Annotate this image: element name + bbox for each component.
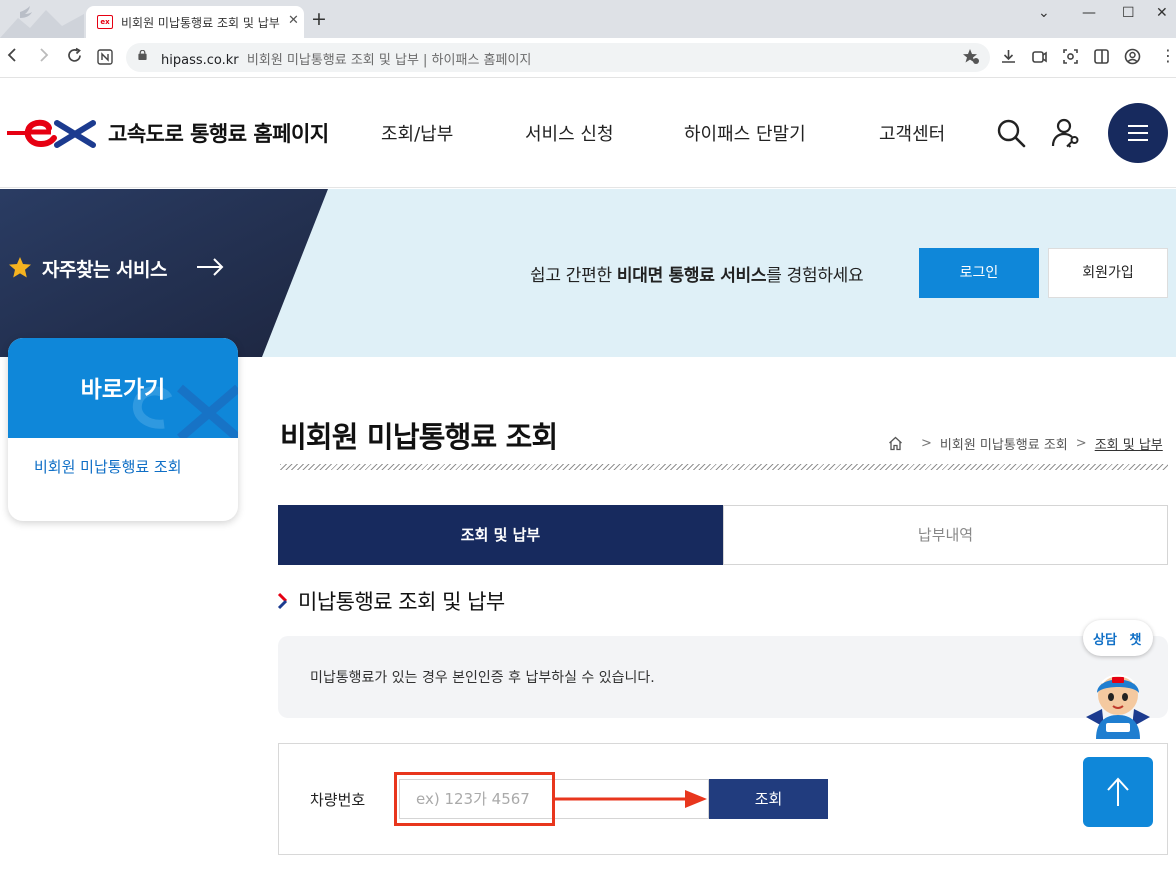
banner-message: 쉽고 간편한 비대면 통행료 서비스를 경험하세요 (530, 261, 864, 286)
download-icon[interactable] (1000, 48, 1017, 65)
ex-favicon-icon: ex (97, 15, 113, 29)
browser-address-bar: hipass.co.kr 비회원 미납통행료 조회 및 납부 | 하이패스 홈페… (0, 38, 1176, 78)
breadcrumb-separator-icon: > (921, 436, 932, 451)
notice-box: 미납통행료가 있는 경우 본인인증 후 납부하실 수 있습니다. (278, 636, 1168, 718)
login-button[interactable]: 로그인 (919, 248, 1039, 298)
tab-search-dropdown-icon[interactable]: ⌄ (1038, 5, 1050, 21)
login-user-icon[interactable] (1050, 117, 1082, 149)
site-logo-text[interactable]: 고속도로 통행료 홈페이지 (108, 118, 329, 148)
browser-tab-title: 비회원 미납통행료 조회 및 납부 (121, 16, 280, 30)
profile-icon[interactable] (1124, 48, 1141, 65)
site-header: 고속도로 통행료 홈페이지 조회/납부 서비스 신청 하이패스 단말기 고객센터 (0, 78, 1176, 188)
ex-logo-icon[interactable] (7, 116, 99, 150)
breadcrumb-item[interactable]: 비회원 미납통행료 조회 (940, 434, 1068, 453)
notice-text: 미납통행료가 있는 경우 본인인증 후 납부하실 수 있습니다. (310, 670, 655, 686)
menu-line (1128, 125, 1148, 127)
arrow-up-icon (1107, 777, 1129, 806)
section-title: 미납통행료 조회 및 납부 (298, 590, 505, 614)
screenshot-extension-icon[interactable] (1062, 48, 1079, 65)
signup-button[interactable]: 회원가입 (1048, 248, 1168, 298)
browser-tab[interactable]: ex 비회원 미납통행료 조회 및 납부 ✕ (86, 6, 304, 38)
forward-icon[interactable] (38, 47, 50, 67)
nav-item-customer-center[interactable]: 고객센터 (879, 120, 945, 146)
browser-tab-bar: ex 비회원 미납통행료 조회 및 납부 ✕ + ⌄ — ☐ ✕ (0, 0, 1176, 38)
search-icon[interactable] (996, 118, 1026, 148)
reload-icon[interactable] (66, 47, 83, 68)
tab-payment-history[interactable]: 납부내역 (723, 505, 1168, 565)
new-tab-button[interactable]: + (311, 9, 327, 29)
chevron-right-icon (277, 592, 288, 610)
vehicle-search-form: 차량번호 조회 (278, 743, 1168, 855)
quick-links-header: 바로가기 (8, 338, 238, 438)
star-icon (9, 257, 31, 278)
breadcrumb-current[interactable]: 조회 및 납부 (1095, 434, 1163, 453)
minimize-button[interactable]: — (1082, 5, 1096, 21)
url-host: hipass.co.kr (161, 53, 239, 68)
close-window-button[interactable]: ✕ (1156, 5, 1168, 21)
tab-strip-decoration-icon (0, 6, 84, 38)
browser-menu-icon[interactable]: ⋮ (1160, 46, 1176, 65)
chatbot-label: 상담 챗 (1093, 633, 1142, 648)
breadcrumb-separator-icon: > (1075, 436, 1087, 451)
top-banner: 자주찾는 서비스 쉽고 간편한 비대면 통행료 서비스를 경험하세요 로그인 회… (0, 189, 1176, 357)
vehicle-number-label: 차량번호 (310, 791, 366, 809)
quick-links-card: 바로가기 비회원 미납통행료 조회 (8, 338, 238, 521)
quick-link-nonmember-unpaid[interactable]: 비회원 미납통행료 조회 (34, 456, 224, 478)
vehicle-number-input[interactable] (399, 779, 709, 819)
title-divider (280, 464, 1168, 470)
banner-message-pre: 쉽고 간편한 (530, 266, 617, 286)
banner-message-post: 를 경험하세요 (766, 266, 864, 286)
favorite-services-link[interactable]: 자주찾는 서비스 (42, 255, 167, 282)
naver-extension-icon[interactable] (97, 49, 113, 69)
menu-line (1128, 139, 1148, 141)
breadcrumb: > 비회원 미납통행료 조회 > 조회 및 납부 (888, 434, 1163, 453)
nav-item-inquiry-payment[interactable]: 조회/납부 (381, 120, 453, 146)
hamburger-menu-button[interactable] (1108, 103, 1168, 163)
menu-line (1128, 132, 1148, 134)
chatbot-bubble[interactable]: 상담 챗 (1083, 620, 1153, 656)
home-icon[interactable] (888, 436, 903, 451)
tab-close-icon[interactable]: ✕ (286, 13, 299, 28)
page-title: 비회원 미납통행료 조회 (280, 420, 558, 454)
chatbot-mascot-icon[interactable] (1082, 663, 1154, 739)
nav-item-hipass-terminal[interactable]: 하이패스 단말기 (684, 120, 806, 146)
sidebar-icon[interactable] (1093, 48, 1110, 65)
tab-inquiry-payment[interactable]: 조회 및 납부 (278, 505, 723, 565)
back-icon[interactable] (6, 47, 18, 67)
quick-links-title: 바로가기 (80, 377, 166, 403)
banner-message-bold: 비대면 통행료 서비스 (616, 266, 767, 286)
url-page-title: 비회원 미납통행료 조회 및 납부 | 하이패스 홈페이지 (246, 53, 532, 68)
bookmark-star-icon[interactable] (962, 48, 980, 69)
inquiry-button[interactable]: 조회 (709, 779, 828, 819)
nav-item-service-request[interactable]: 서비스 신청 (525, 120, 614, 146)
url-text: hipass.co.kr 비회원 미납통행료 조회 및 납부 | 하이패스 홈페… (161, 49, 531, 68)
arrow-right-icon[interactable] (196, 257, 224, 277)
maximize-button[interactable]: ☐ (1122, 5, 1135, 21)
omnibox[interactable]: hipass.co.kr 비회원 미납통행료 조회 및 납부 | 하이패스 홈페… (126, 43, 990, 72)
lock-icon (138, 50, 147, 60)
camera-extension-icon[interactable] (1031, 48, 1048, 65)
scroll-to-top-button[interactable] (1083, 757, 1153, 827)
